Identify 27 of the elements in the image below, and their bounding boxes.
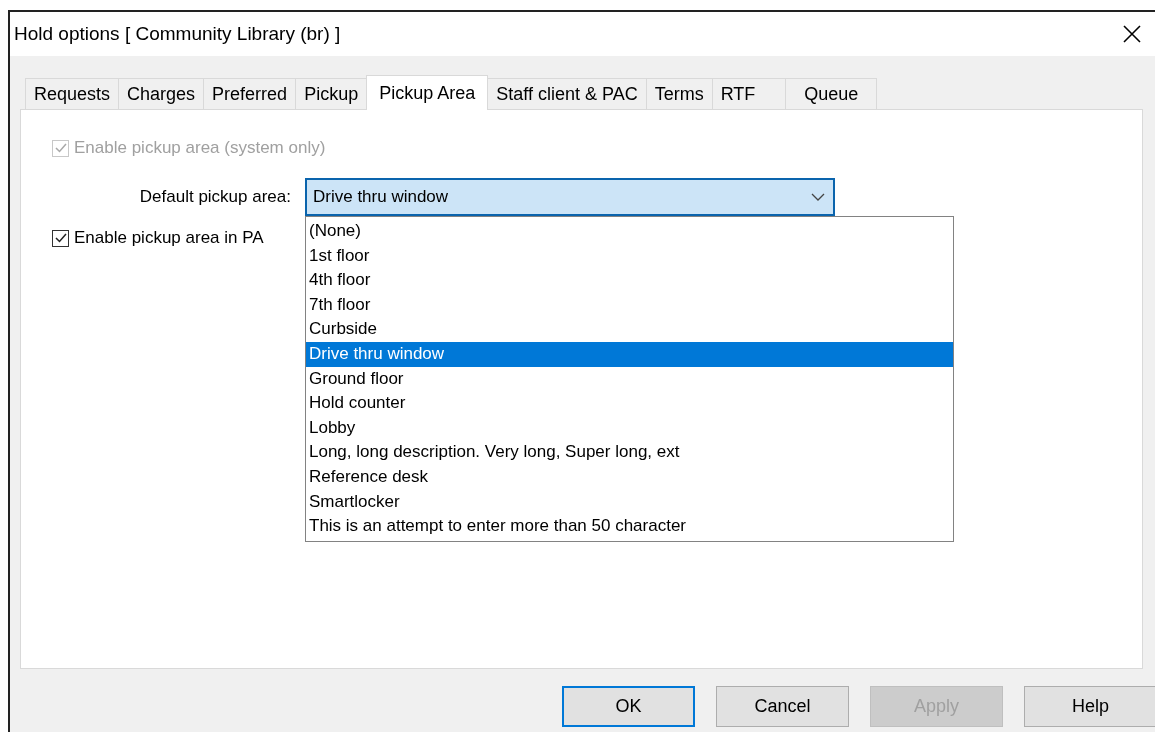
dropdown-option[interactable]: Ground floor — [306, 366, 953, 392]
dropdown-option[interactable]: Hold counter — [306, 391, 953, 416]
dropdown-option[interactable]: Reference desk — [306, 464, 953, 490]
close-icon[interactable] — [1123, 25, 1141, 43]
dropdown-option[interactable]: 7th floor — [306, 292, 953, 318]
tab[interactable]: Queue — [785, 78, 878, 109]
dropdown-option[interactable]: 1st floor — [306, 243, 953, 269]
checkbox-label: Enable pickup area (system only) — [74, 138, 326, 158]
dropdown-option[interactable]: Curbside — [306, 317, 953, 342]
window-title: Hold options [ Community Library (br) ] — [14, 23, 341, 45]
pickup-area-dropdown[interactable]: Drive thru window — [305, 178, 835, 216]
dropdown-option[interactable]: This is an attempt to enter more than 50 character — [306, 514, 953, 539]
dropdown-option[interactable]: Smartlocker — [306, 489, 953, 515]
tab[interactable]: Requests — [25, 78, 120, 109]
chevron-icon — [811, 193, 825, 201]
dropdown-option[interactable]: 4th floor — [306, 268, 953, 293]
tab[interactable]: Pickup Area — [366, 75, 489, 110]
dialog-button[interactable]: Help — [1024, 686, 1155, 727]
field-label: Default pickup area: — [138, 187, 291, 207]
dropdown-option[interactable]: Long, long description. Very long, Super long, ext — [306, 440, 953, 465]
checkbox[interactable] — [52, 229, 69, 247]
dropdown-option[interactable]: Drive thru window — [306, 341, 953, 367]
checkbox-label: Enable pickup area in PA — [74, 228, 264, 248]
dialog-button[interactable]: Cancel — [716, 686, 849, 727]
dropdown-option[interactable]: Lobby — [306, 415, 953, 441]
dialog-button[interactable]: OK — [562, 686, 695, 727]
dropdown-option[interactable]: (None) — [306, 219, 953, 244]
